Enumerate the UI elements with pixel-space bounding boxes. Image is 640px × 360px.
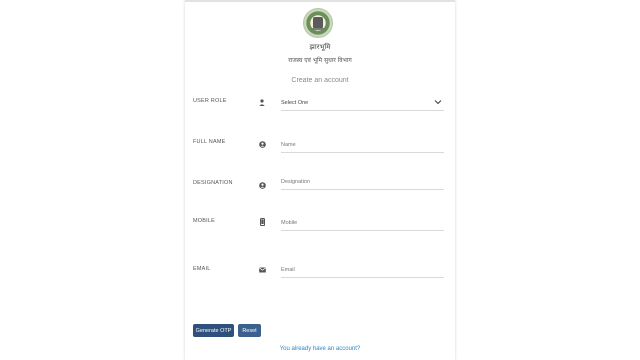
account-circle-icon (258, 181, 266, 189)
user-role-selected-value: Select One (281, 100, 309, 106)
mobile-label: MOBILE (193, 218, 215, 224)
email-input[interactable]: Email (281, 263, 444, 278)
designation-placeholder: Designation (281, 179, 311, 185)
generate-otp-button[interactable]: Generate OTP (193, 324, 234, 337)
designation-input[interactable]: Designation (281, 175, 444, 190)
user-role-label: USER ROLE (193, 98, 227, 104)
designation-label: DESIGNATION (193, 180, 233, 186)
full-name-input[interactable]: Name (281, 138, 444, 153)
user-role-select[interactable]: Select One (281, 96, 444, 111)
existing-account-link[interactable]: You already have an account? (185, 346, 455, 352)
government-emblem-logo (303, 8, 333, 38)
chevron-down-icon[interactable] (434, 98, 442, 106)
full-name-label: FULL NAME (193, 139, 226, 145)
reset-button[interactable]: Reset (238, 324, 261, 337)
emblem-pillar (311, 17, 325, 30)
brand-title: झारभूमि (309, 43, 331, 51)
mobile-phone-icon (258, 218, 266, 226)
registration-card: झारभूमि राजस्व एवं भूमि सुधार विभाग Crea… (185, 0, 455, 360)
envelope-icon (258, 266, 266, 274)
brand-subtitle: राजस्व एवं भूमि सुधार विभाग (288, 57, 352, 64)
account-circle-icon (258, 140, 266, 148)
user-icon (258, 98, 266, 106)
mobile-input[interactable]: Mobile (281, 216, 444, 231)
mobile-placeholder: Mobile (281, 220, 298, 226)
top-divider (185, 0, 455, 2)
email-placeholder: Email (281, 267, 295, 273)
email-label: EMAIL (193, 266, 211, 272)
full-name-placeholder: Name (281, 142, 296, 148)
form-heading: Create an account (291, 77, 349, 84)
